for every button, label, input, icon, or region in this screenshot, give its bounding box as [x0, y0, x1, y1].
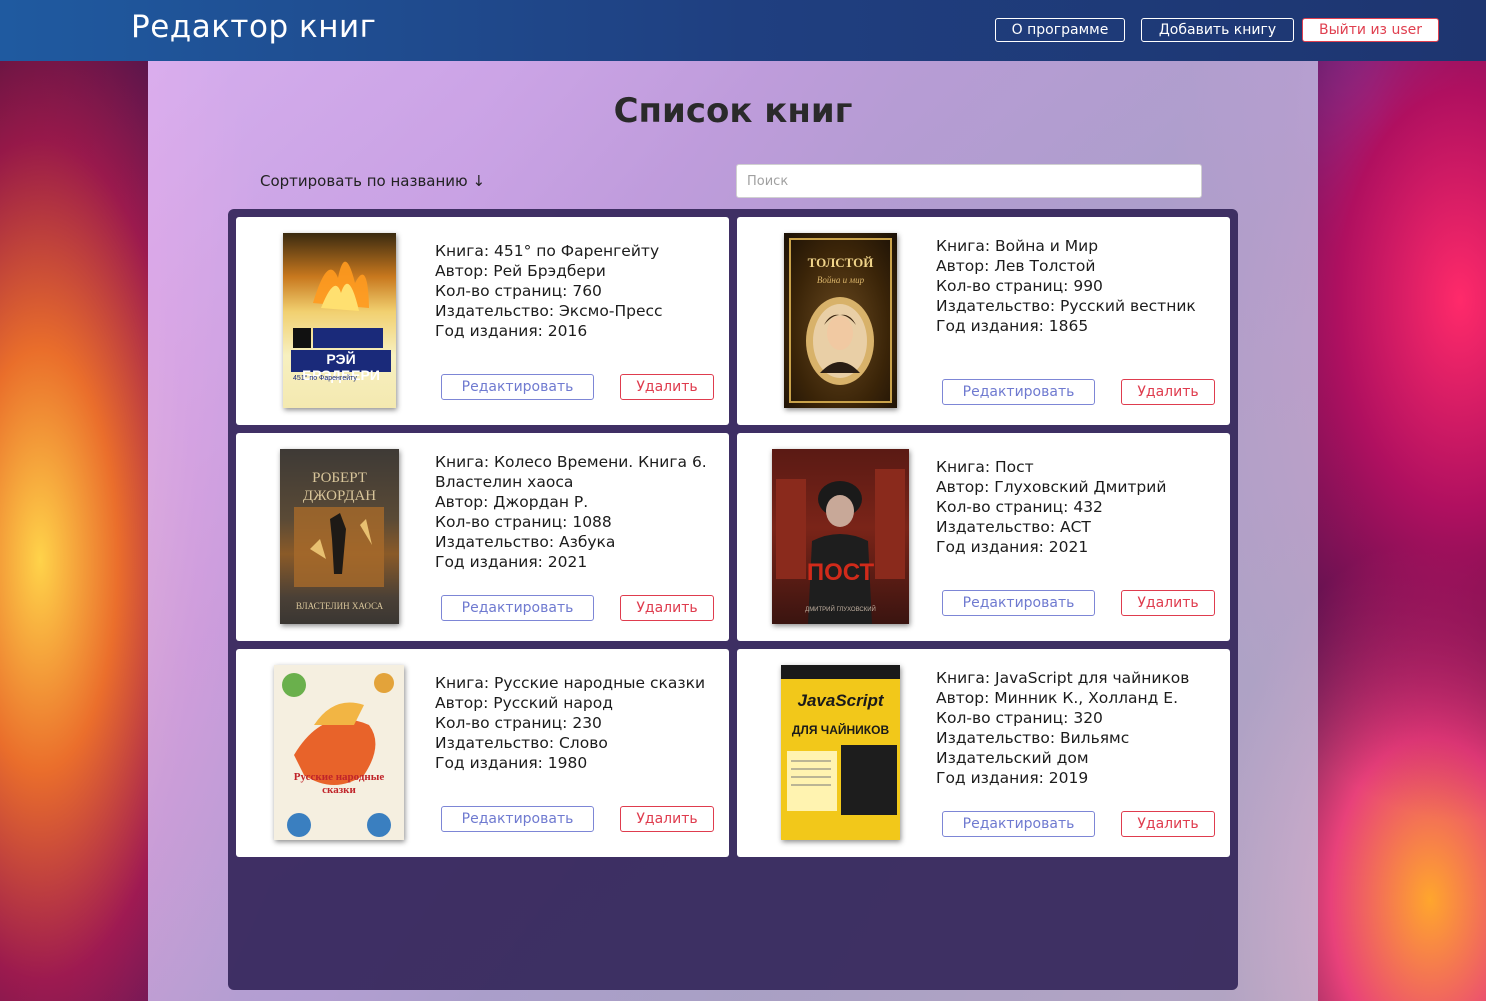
book-cover-image: ПОСТ ДМИТРИЙ ГЛУХОВСКИЙ [772, 449, 909, 624]
book-cover-image: РОБЕРТ ДЖОРДАН ВЛАСТЕЛИН ХАОСА [280, 449, 399, 624]
book-cover-image: РЭЙ БРЭДБЕРИ 451° по Фаренгейту [283, 233, 396, 408]
app-brand[interactable]: Редактор книг [131, 9, 376, 45]
book-cover-art [776, 469, 905, 624]
book-publisher: Издательство: Эксмо-Пресс [435, 302, 663, 320]
book-title: Книга: Колесо Времени. Книга 6. Властели… [435, 453, 707, 491]
book-pages: Кол-во страниц: 760 [435, 282, 602, 300]
book-title: Книга: Война и Мир [936, 237, 1099, 255]
book-cover-image: ТОЛСТОЙ Война и мир [784, 233, 897, 408]
book-title: Книга: 451° по Фаренгейту [435, 242, 660, 260]
cover-subtitle: ДМИТРИЙ ГЛУХОВСКИЙ [805, 607, 876, 613]
edit-button[interactable]: Редактировать [942, 811, 1095, 837]
book-author: Автор: Минник К., Холланд Е. [936, 689, 1179, 707]
cover-title: ПОСТ [806, 559, 875, 586]
book-author: Автор: Глуховский Дмитрий [936, 478, 1167, 496]
book-card: РЭЙ БРЭДБЕРИ 451° по Фаренгейту Книга: 4… [236, 217, 729, 425]
book-info: Книга: Пост Автор: Глуховский Дмитрий Ко… [936, 457, 1221, 557]
book-pages: Кол-во страниц: 320 [936, 709, 1103, 727]
book-info: Книга: 451° по Фаренгейту Автор: Рей Брэ… [435, 241, 720, 341]
book-year: Год издания: 2021 [435, 553, 588, 571]
delete-button[interactable]: Удалить [1121, 590, 1215, 616]
book-publisher: Издательство: Вильямс Издательский дом [936, 729, 1130, 767]
delete-button[interactable]: Удалить [620, 806, 714, 832]
book-info: Книга: JavaScript для чайников Автор: Ми… [936, 668, 1221, 788]
delete-button[interactable]: Удалить [620, 595, 714, 621]
delete-button[interactable]: Удалить [1121, 811, 1215, 837]
book-cover-image: Русские народные сказки [274, 665, 404, 840]
cover-subtitle: 451° по Фаренгейту [293, 375, 357, 382]
sort-by-title-button[interactable]: Сортировать по названию ↓ [260, 172, 485, 190]
logout-button[interactable]: Выйти из user [1302, 18, 1439, 42]
book-author: Автор: Джордан Р. [435, 493, 589, 511]
book-card: ТОЛСТОЙ Война и мир Книга: Война и Мир А… [737, 217, 1230, 425]
book-card: JavaScript ДЛЯ ЧАЙНИКОВ Книга: JavaScrip… [737, 649, 1230, 857]
book-publisher: Издательство: Русский вестник [936, 297, 1196, 315]
book-pages: Кол-во страниц: 432 [936, 498, 1103, 516]
book-cover-image: JavaScript ДЛЯ ЧАЙНИКОВ [781, 665, 900, 840]
book-author: Автор: Русский народ [435, 694, 613, 712]
book-author: Автор: Рей Брэдбери [435, 262, 606, 280]
cover-title: JavaScript [797, 691, 884, 710]
cover-subtitle: ВЛАСТЕЛИН ХАОСА [295, 601, 384, 611]
navbar: Редактор книг О программе Добавить книгу… [0, 0, 1486, 61]
edit-button[interactable]: Редактировать [942, 379, 1095, 405]
book-year: Год издания: 2019 [936, 769, 1089, 787]
book-year: Год издания: 2021 [936, 538, 1089, 556]
page-title: Список книг [613, 91, 853, 131]
book-card: Русские народные сказки Книга: Русские н… [236, 649, 729, 857]
book-year: Год издания: 2016 [435, 322, 588, 340]
cover-title: ТОЛСТОЙ [807, 255, 874, 270]
search-input[interactable] [736, 164, 1202, 198]
book-info: Книга: Колесо Времени. Книга 6. Властели… [435, 452, 720, 572]
book-cover-art [282, 673, 394, 837]
book-year: Год издания: 1980 [435, 754, 588, 772]
edit-button[interactable]: Редактировать [942, 590, 1095, 616]
cover-subtitle: ДЛЯ ЧАЙНИКОВ [791, 723, 890, 737]
book-year: Год издания: 1865 [936, 317, 1089, 335]
cover-title: РОБЕРТ ДЖОРДАН [302, 470, 377, 504]
book-author: Автор: Лев Толстой [936, 257, 1096, 275]
cover-title: Русские народные сказки [293, 771, 385, 796]
book-title: Книга: Пост [936, 458, 1034, 476]
edit-button[interactable]: Редактировать [441, 374, 594, 400]
book-card: РОБЕРТ ДЖОРДАН ВЛАСТЕЛИН ХАОСА Книга: Ко… [236, 433, 729, 641]
book-pages: Кол-во страниц: 990 [936, 277, 1103, 295]
book-card: ПОСТ ДМИТРИЙ ГЛУХОВСКИЙ Книга: Пост Авто… [737, 433, 1230, 641]
book-title: Книга: Русские народные сказки [435, 674, 706, 692]
cover-subtitle: Война и мир [816, 275, 865, 285]
about-button[interactable]: О программе [995, 18, 1125, 42]
add-book-button[interactable]: Добавить книгу [1141, 18, 1294, 42]
delete-button[interactable]: Удалить [620, 374, 714, 400]
book-pages: Кол-во страниц: 1088 [435, 513, 612, 531]
book-pages: Кол-во страниц: 230 [435, 714, 602, 732]
book-title: Книга: JavaScript для чайников [936, 669, 1190, 687]
book-publisher: Издательство: Азбука [435, 533, 616, 551]
edit-button[interactable]: Редактировать [441, 595, 594, 621]
edit-button[interactable]: Редактировать [441, 806, 594, 832]
book-publisher: Издательство: Слово [435, 734, 608, 752]
book-info: Книга: Война и Мир Автор: Лев Толстой Ко… [936, 236, 1221, 336]
book-publisher: Издательство: АСТ [936, 518, 1091, 536]
book-info: Книга: Русские народные сказки Автор: Ру… [435, 673, 720, 773]
delete-button[interactable]: Удалить [1121, 379, 1215, 405]
